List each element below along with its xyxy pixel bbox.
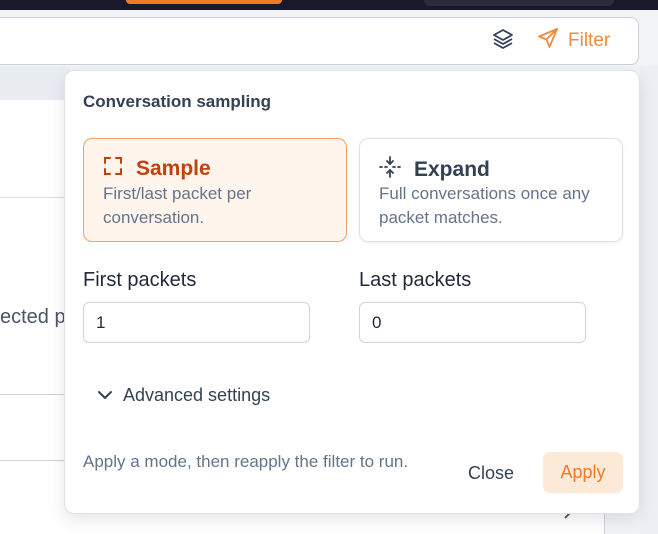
mode-card-sample[interactable]: Sample First/last packet per conversatio… xyxy=(83,138,347,242)
mode-description: First/last packet per conversation. xyxy=(103,184,252,227)
chevron-down-icon xyxy=(97,385,113,406)
mode-header: Sample xyxy=(102,155,211,183)
top-bar-control xyxy=(424,0,614,6)
layers-icon xyxy=(491,27,515,56)
mode-card-expand[interactable]: Expand Full conversations once any packe… xyxy=(359,138,623,242)
mode-description: Full conversations once any packet match… xyxy=(379,184,590,227)
background-card xyxy=(0,100,70,198)
send-icon xyxy=(536,26,560,56)
layers-button[interactable] xyxy=(488,27,518,55)
last-packets-input[interactable] xyxy=(359,302,586,343)
background-header xyxy=(0,66,70,100)
footer-note: Apply a mode, then reapply the filter to… xyxy=(83,452,409,471)
background-scroll-area xyxy=(640,66,658,534)
advanced-settings-label: Advanced settings xyxy=(123,385,271,405)
expand-vertical-icon xyxy=(378,155,402,185)
corners-icon xyxy=(102,155,124,183)
mode-header: Expand xyxy=(378,155,490,185)
mode-name: Expand xyxy=(414,158,490,181)
active-tab-indicator xyxy=(126,0,282,4)
conversation-sampling-popover: Conversation sampling Sample First/last … xyxy=(64,70,640,514)
first-packets-label: First packets xyxy=(83,269,197,291)
mode-name: Sample xyxy=(136,157,211,180)
divider xyxy=(0,394,70,395)
last-packets-label: Last packets xyxy=(359,269,472,291)
first-packets-input[interactable] xyxy=(83,302,310,343)
divider xyxy=(0,460,70,461)
filter-label: Filter xyxy=(568,30,611,51)
filter-button[interactable]: Filter xyxy=(536,25,610,57)
apply-button[interactable]: Apply xyxy=(543,452,623,493)
close-button[interactable]: Close xyxy=(457,454,525,492)
top-bar xyxy=(0,0,658,10)
advanced-settings-toggle[interactable]: Advanced settings xyxy=(97,385,270,406)
background-text: ected p xyxy=(0,306,66,328)
popover-title: Conversation sampling xyxy=(83,92,271,111)
